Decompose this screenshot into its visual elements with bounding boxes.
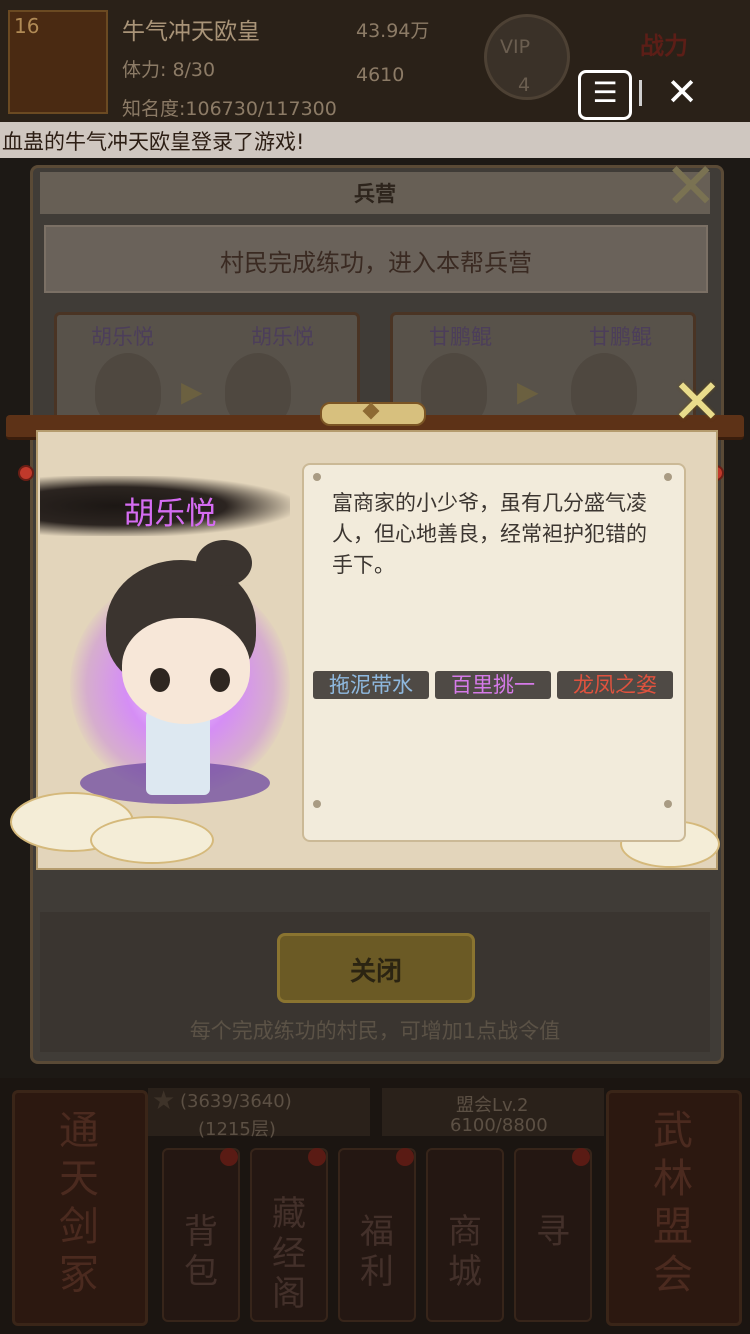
arrow-right-icon: ▶ — [181, 375, 203, 408]
welfare-notify-dot — [396, 1148, 414, 1166]
library-button[interactable]: 藏经阁 — [250, 1148, 328, 1322]
barracks-footer-text: 每个完成练功的村民，可增加1点战令值 — [189, 1019, 561, 1043]
alliance-level: 盟会Lv.2 — [456, 1095, 529, 1116]
star-count: (3639/3640) — [180, 1091, 292, 1112]
close-button-label: 关闭 — [349, 957, 402, 987]
player-level: 16 — [14, 14, 40, 38]
arrow-right-icon: ▶ — [517, 375, 539, 408]
tower-tile[interactable]: 通天剑冢 — [12, 1090, 148, 1326]
popup-close-icon[interactable]: ✕ — [662, 371, 732, 433]
tower-tile-label: 通天剑冢 — [59, 1108, 99, 1298]
search-notify-dot — [572, 1148, 590, 1166]
fame-text: 知名度:106730/117300 — [122, 98, 337, 120]
controls-divider — [639, 80, 642, 106]
barracks-close-icon[interactable]: ✕ — [664, 150, 718, 224]
card-name-left: 胡乐悦 — [91, 325, 154, 349]
library-label: 藏经阁 — [272, 1194, 306, 1314]
card-name-left: 甘鹏鲲 — [429, 325, 492, 349]
stud-icon — [664, 800, 672, 808]
bag-label: 背包 — [184, 1212, 218, 1292]
close-button[interactable]: 关闭 — [277, 933, 475, 1003]
floor-count: (1215层) — [198, 1119, 276, 1140]
menu-icon: ☰ — [592, 76, 618, 109]
cloud-decoration — [90, 816, 214, 864]
character-eye — [210, 668, 230, 692]
character-eye — [150, 668, 170, 692]
alliance-tile-label: 武林盟会 — [653, 1108, 693, 1298]
villager-card[interactable]: 甘鹏鲲 甘鹏鲲 ▶ — [390, 312, 696, 428]
barracks-banner-text: 村民完成练功，进入本帮兵营 — [220, 249, 532, 277]
silver-amount: 43.94万 — [356, 20, 430, 42]
stud-icon — [313, 800, 321, 808]
player-name: 牛气冲天欧皇 — [122, 19, 260, 45]
alliance-tile[interactable]: 武林盟会 — [606, 1090, 742, 1326]
character-name: 胡乐悦 — [123, 496, 217, 532]
welfare-label: 福利 — [360, 1212, 394, 1292]
star-icon: ★ — [152, 1086, 176, 1116]
trait-tag: 百里挑一 — [435, 671, 551, 699]
vip-label: VIP — [500, 36, 531, 58]
stamina-text: 体力: 8/30 — [122, 59, 216, 81]
search-label: 寻 — [536, 1212, 570, 1252]
bag-button[interactable]: 背包 — [162, 1148, 240, 1322]
gold-amount: 4610 — [356, 64, 405, 86]
alliance-progress-text: 6100/8800 — [450, 1115, 548, 1136]
card-name-right: 甘鹏鲲 — [589, 325, 652, 349]
library-notify-dot — [308, 1148, 326, 1166]
vip-level: 4 — [518, 74, 531, 96]
close-icon[interactable]: ✕ — [664, 70, 700, 114]
card-name-right: 胡乐悦 — [251, 325, 314, 349]
bag-notify-dot — [220, 1148, 238, 1166]
welfare-button[interactable]: 福利 — [338, 1148, 416, 1322]
stud-icon — [313, 473, 321, 481]
broadcast-text: 血蛊的牛气冲天欧皇登录了游戏! — [2, 130, 305, 154]
villager-card[interactable]: 胡乐悦 胡乐悦 ▶ — [54, 312, 360, 428]
lantern-icon — [18, 465, 34, 481]
character-description: 富商家的小少爷，虽有几分盛气凌人，但心地善良，经常袒护犯错的手下。 — [332, 491, 647, 577]
broadcast-bar: 血蛊的牛气冲天欧皇登录了游戏! — [0, 122, 750, 158]
menu-button[interactable]: ☰ — [578, 70, 632, 120]
trait-tag: 龙凤之姿 — [557, 671, 673, 699]
power-label: 战力 — [640, 32, 688, 60]
stud-icon — [664, 473, 672, 481]
character-hair-bun — [196, 540, 252, 586]
barracks-title: 兵营 — [354, 182, 396, 206]
shop-button[interactable]: 商城 — [426, 1148, 504, 1322]
barracks-banner: 村民完成练功，进入本帮兵营 — [44, 225, 708, 293]
search-button[interactable]: 寻 — [514, 1148, 592, 1322]
shop-label: 商城 — [448, 1212, 482, 1292]
trait-tag: 拖泥带水 — [313, 671, 429, 699]
character-face — [122, 618, 250, 724]
